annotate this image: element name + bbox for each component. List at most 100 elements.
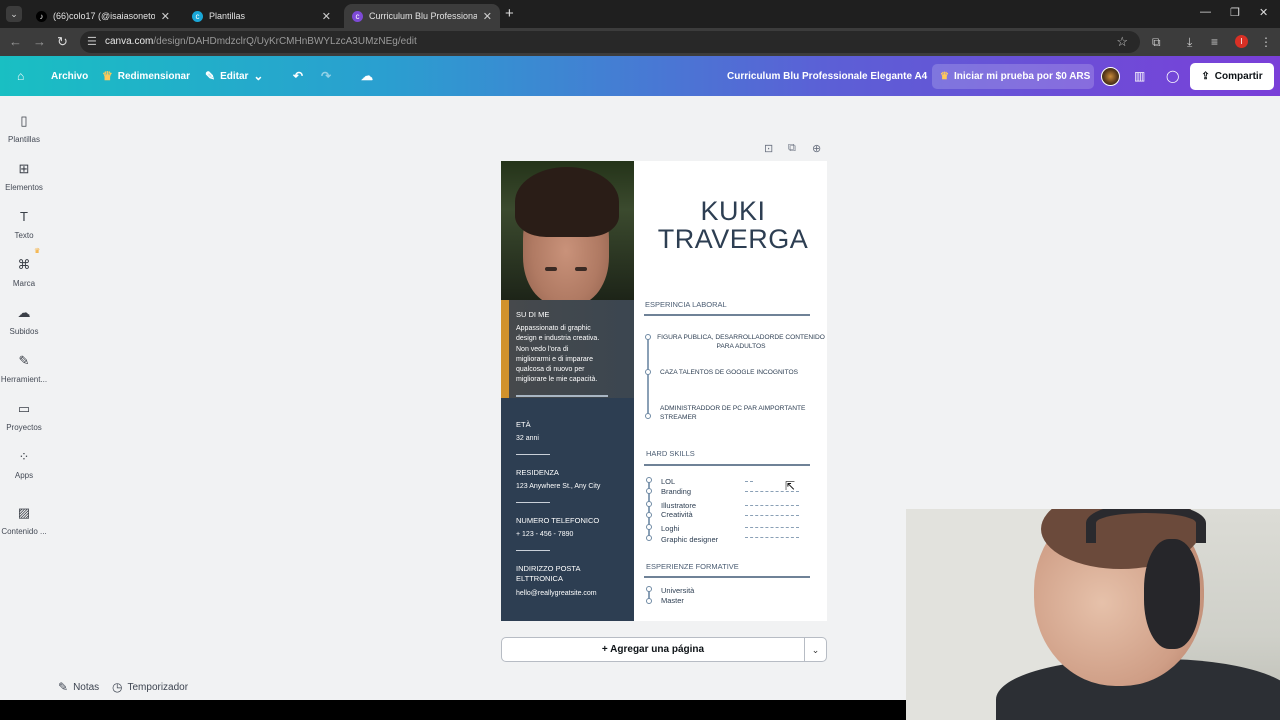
download-icon[interactable]: ⤓ [1187,35,1192,50]
resize-button[interactable]: ♛ Redimensionar [102,56,190,96]
resume-name[interactable]: KUKI TRAVERGA [649,197,817,253]
resume-page[interactable]: SU DI ME Appassionato di graphic design … [501,161,827,621]
reload-icon[interactable]: ↻ [57,34,68,50]
timeline-dot [646,524,652,530]
comments-icon[interactable]: ◯ [1166,69,1179,83]
job-item[interactable]: CAZA TALENTOS DE GOOGLE INCOGNITOS [660,368,798,377]
profile-photo[interactable] [501,161,634,300]
extensions-icon[interactable]: ⧉ [1152,35,1161,50]
duplicate-icon[interactable]: ⧉ [788,142,796,155]
text-icon: T [20,209,28,224]
skill-level-bar[interactable] [745,505,799,507]
document-title[interactable]: Curriculum Blu Professionale Elegante A4 [727,71,927,82]
about-title[interactable]: SU DI ME [516,310,549,319]
close-window-icon[interactable]: ✕ [1259,6,1268,19]
skill-label[interactable]: Illustratore [661,501,696,510]
edit-mode-button[interactable]: ✎ Editar ⌄ [205,56,268,96]
skill-level-bar[interactable] [745,481,753,483]
folder-icon: ▭ [17,401,31,416]
lock-icon[interactable]: ⊡ [764,142,773,155]
timer-button[interactable]: ◷ Temporizador [112,680,188,694]
sidebar-item-proyectos[interactable]: ▭ Proyectos [0,400,48,432]
notes-button[interactable]: ✎ Notas [58,680,99,694]
add-page-button[interactable]: + Agregar una página [501,637,805,662]
residence-value[interactable]: 123 Anywhere St., Any City [516,482,600,492]
age-value[interactable]: 32 anni [516,434,539,444]
undo-icon: ↶ [293,69,304,83]
sidebar-item-subidos[interactable]: ☁ Subidos [0,304,48,336]
add-page-icon[interactable]: ⊕ [812,142,821,155]
age-title[interactable]: ETÀ [516,420,531,429]
home-icon: ⌂ [17,69,25,83]
email-title[interactable]: INDIRIZZO POSTA [516,564,580,573]
skill-level-bar[interactable] [745,537,799,539]
about-text[interactable]: Appassionato di graphic design e industr… [516,324,599,386]
skill-label[interactable]: Creatività [661,510,693,519]
redo-button[interactable]: ↷ [321,56,336,96]
job-item[interactable]: FIGURA PUBLICA, DESARROLLADORDE CONTENID… [656,333,826,351]
profile-avatar[interactable]: I [1235,35,1248,48]
minimize-icon[interactable]: — [1200,6,1211,18]
undo-button[interactable]: ↶ [293,56,308,96]
job-line: PARA ADULTOS [716,343,766,350]
skill-label[interactable]: Graphic designer [661,535,718,544]
skill-label[interactable]: LOL [661,477,675,486]
tab-curriculum[interactable]: c Curriculum Blu Professionale Elegante … [344,4,500,28]
tab-tiktok[interactable]: ♪ (66)colo17 (@isaiasoneto) | TikTok ✕ [28,4,178,28]
close-icon[interactable]: ✕ [161,10,170,23]
sidebar-label: Texto [14,231,34,240]
education-title[interactable]: ESPERIENZE FORMATIVE [646,562,739,571]
timeline-dot [646,598,652,604]
job-item[interactable]: ADMINISTRADDOR DE PC PAR AIMPORTANTE STR… [660,404,805,422]
user-avatar[interactable] [1101,67,1120,86]
skill-label[interactable]: Loghi [661,524,679,533]
close-icon[interactable]: ✕ [322,10,331,23]
experience-title[interactable]: ESPERINCIA LABORAL [645,300,727,309]
more-menu-icon[interactable]: ⋮ [1260,35,1272,49]
job-line: FIGURA PUBLICA, DESARROLLADORDE CONTENID… [657,334,825,341]
close-icon[interactable]: ✕ [483,10,492,23]
headset-earcup [1144,539,1200,649]
sidebar-label: Apps [14,471,34,480]
sidebar-item-marca[interactable]: ⌘ Marca [0,256,48,288]
cloud-check-icon: ☁ [361,69,373,83]
forward-icon[interactable]: → [33,34,46,49]
timeline-dot [645,334,651,340]
email-title[interactable]: ELTTRONICA [516,574,563,583]
education-item[interactable]: Master [661,596,684,605]
media-control-icon[interactable]: ≡ [1211,35,1218,49]
timeline-dot [646,586,652,592]
sidebar-item-apps[interactable]: ⁘ Apps [0,448,48,480]
share-button[interactable]: ⇪ Compartir [1190,63,1274,90]
phone-value[interactable]: + 123 - 456 - 7890 [516,530,573,540]
sidebar-item-elementos[interactable]: ⊞ Elementos [0,160,48,192]
email-value[interactable]: hello@reallygreatsite.com [516,589,597,599]
bookmark-star-icon[interactable]: ☆ [1116,34,1128,50]
new-tab-icon[interactable]: + [505,5,514,22]
skill-level-bar[interactable] [745,527,799,529]
skill-level-bar[interactable] [745,515,799,517]
residence-title[interactable]: RESIDENZA [516,468,559,477]
tab-plantillas[interactable]: c Plantillas ✕ [184,4,339,28]
home-button[interactable]: ⌂ [17,56,29,96]
phone-title[interactable]: NUMERO TELEFONICO [516,516,599,525]
file-menu-button[interactable]: Archivo [51,56,88,96]
sidebar-item-plantillas[interactable]: ▯ Plantillas [0,112,48,144]
site-info-icon[interactable]: ☰ [87,35,97,48]
maximize-icon[interactable]: ❐ [1230,6,1240,19]
cloud-save-button[interactable]: ☁ [361,56,378,96]
skill-label[interactable]: Branding [661,487,691,496]
chevron-down-icon[interactable]: ⌄ [804,637,827,662]
sidebar-item-herramientas[interactable]: ✎ Herramient... [0,352,48,384]
tab-search-chevron-icon[interactable]: ⌄ [6,6,22,22]
trial-button[interactable]: ♛ Iniciar mi prueba por $0 ARS [932,64,1094,89]
address-bar[interactable]: ☰ canva.com/design/DAHDmdzclrQ/UyKrCMHnB… [80,31,1140,53]
draw-icon: ✎ [18,353,30,368]
sidebar-item-texto[interactable]: T Texto [0,208,48,240]
timeline-dot [646,477,652,483]
back-icon[interactable]: ← [9,34,22,49]
sidebar-item-contenido[interactable]: ▨ Contenido ... [0,504,48,536]
education-item[interactable]: Università [661,586,694,595]
insights-icon[interactable]: ▥ [1134,69,1145,83]
skills-title[interactable]: HARD SKILLS [646,449,695,458]
